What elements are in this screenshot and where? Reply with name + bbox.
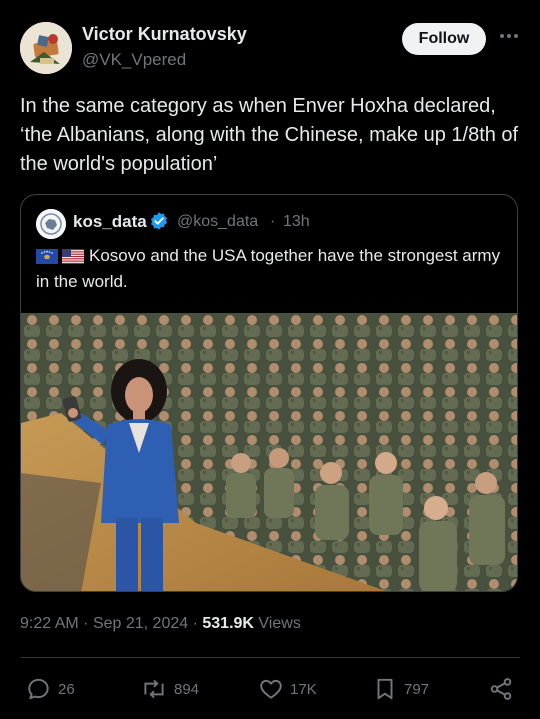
meta-separator: ·: [192, 615, 203, 632]
repost-button[interactable]: 894: [140, 676, 199, 702]
quoted-timestamp[interactable]: 13h: [283, 213, 310, 231]
verified-badge-icon: [149, 211, 169, 231]
repost-icon: [144, 679, 164, 699]
quoted-separator: ·: [270, 213, 276, 230]
author-name[interactable]: Victor Kurnatovsky: [82, 24, 247, 45]
post-time[interactable]: 9:22 AM: [20, 615, 79, 632]
quoted-author-handle[interactable]: @kos_data: [177, 213, 258, 231]
heart-icon: [260, 679, 282, 699]
repost-count: 894: [174, 680, 200, 698]
quoted-author-name[interactable]: kos_data: [73, 212, 147, 232]
bookmark-icon: [377, 678, 393, 700]
quoted-post[interactable]: kos_data @kos_data · 13h Kosovo and the …: [20, 194, 518, 592]
like-button[interactable]: 17K: [258, 676, 317, 702]
share-icon: [490, 678, 512, 700]
bookmark-button[interactable]: 797: [372, 676, 429, 702]
post-meta: 9:22 AM · Sep 21, 2024 · 531.9K Views: [20, 615, 301, 633]
author-handle[interactable]: @VK_Vpered: [82, 50, 186, 70]
views-count: 531.9K: [202, 615, 254, 632]
divider: [20, 657, 520, 658]
post-date[interactable]: Sep 21, 2024: [93, 615, 188, 632]
meta-separator: ·: [83, 615, 93, 632]
follow-button[interactable]: Follow: [402, 23, 486, 55]
author-avatar[interactable]: [20, 22, 72, 74]
bookmark-count: 797: [404, 680, 430, 698]
quoted-avatar[interactable]: [36, 209, 66, 239]
reply-button[interactable]: 26: [26, 676, 75, 702]
more-options-icon[interactable]: [497, 24, 521, 48]
like-count: 17K: [290, 680, 317, 698]
quoted-post-photo[interactable]: [21, 313, 517, 591]
reply-count: 26: [58, 680, 75, 698]
views-label: Views: [258, 615, 301, 632]
quoted-post-text: Kosovo and the USA together have the str…: [36, 246, 501, 291]
reply-icon: [28, 678, 49, 700]
post-text: In the same category as when Enver Hoxha…: [20, 95, 519, 175]
share-button[interactable]: [488, 676, 514, 702]
